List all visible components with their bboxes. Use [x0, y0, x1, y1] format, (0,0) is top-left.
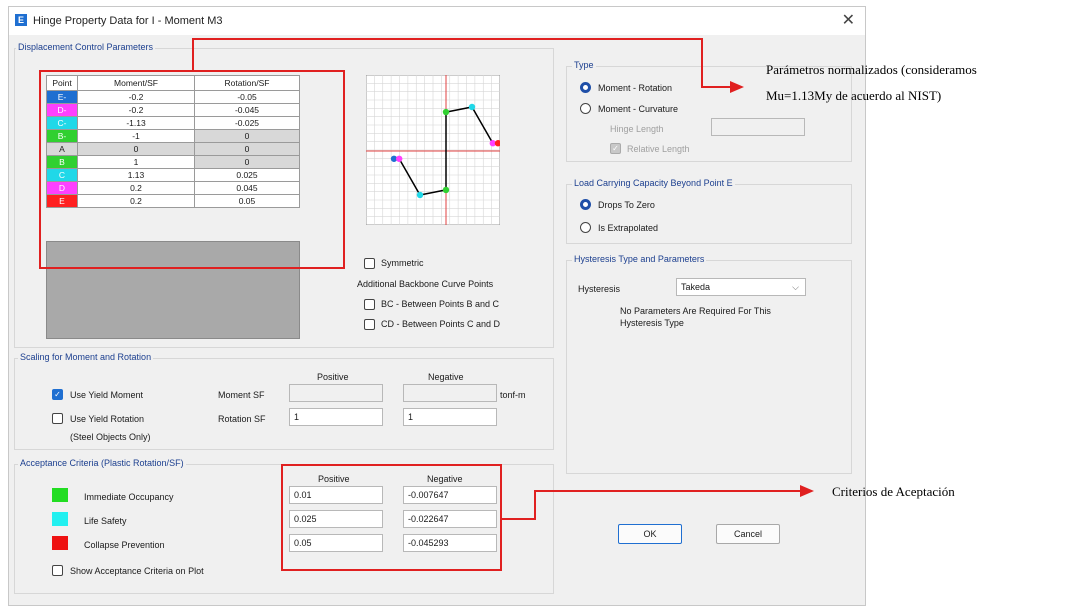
close-icon[interactable]: ✕: [842, 10, 855, 30]
hysteresis-group-label: Hysteresis Type and Parameters: [572, 254, 707, 264]
title-bar: E Hinge Property Data for I - Moment M3 …: [9, 7, 865, 35]
moment-sf-positive-field[interactable]: [289, 384, 383, 402]
acceptance-group-label: Acceptance Criteria (Plastic Rotation/SF…: [18, 458, 186, 468]
type-group-label: Type: [572, 60, 596, 70]
scaling-positive-header: Positive: [317, 372, 349, 382]
use-yield-rotation-label: Use Yield Rotation: [70, 414, 145, 424]
scaling-negative-header: Negative: [428, 372, 464, 382]
plot-point-C: [468, 103, 476, 111]
cp-swatch: [52, 536, 68, 550]
backbone-plot: [366, 75, 500, 225]
scaling-group-label: Scaling for Moment and Rotation: [18, 352, 154, 362]
params-highlight-box: [39, 70, 345, 269]
moment-curvature-radio[interactable]: [580, 103, 591, 114]
symmetric-checkbox[interactable]: [364, 258, 375, 269]
cp-label: Collapse Prevention: [84, 540, 165, 550]
moment-rotation-label: Moment - Rotation: [598, 83, 673, 93]
type-group: [566, 66, 852, 162]
relative-length-label: Relative Length: [627, 144, 690, 154]
moment-sf-unit: tonf-m: [500, 390, 526, 400]
cd-label: CD - Between Points C and D: [381, 319, 501, 329]
cancel-button[interactable]: Cancel: [716, 524, 780, 544]
bc-label: BC - Between Points B and C: [381, 299, 500, 309]
rotation-sf-label: Rotation SF: [218, 414, 266, 424]
additional-points-label: Additional Backbone Curve Points: [357, 279, 494, 289]
moment-sf-negative-field[interactable]: [403, 384, 497, 402]
params-annotation-line2: Mu=1.13My de acuerdo al NIST): [766, 88, 942, 103]
params-connector-horizontal: [192, 38, 702, 40]
criteria-connector-horizontal: [534, 490, 804, 492]
criteria-annotation: Criterios de Aceptación: [832, 484, 955, 499]
ok-button[interactable]: OK: [618, 524, 682, 544]
criteria-connector-vertical: [534, 490, 536, 520]
show-on-plot-checkbox[interactable]: [52, 565, 63, 576]
hysteresis-note-1: No Parameters Are Required For This: [620, 306, 771, 316]
io-swatch: [52, 488, 68, 502]
steel-only-label: (Steel Objects Only): [70, 432, 151, 442]
criteria-connector-in: [501, 518, 535, 520]
plot-point-Dneg: [396, 155, 403, 162]
load-capacity-group: [566, 184, 852, 244]
app-icon: E: [15, 14, 27, 26]
plot-point-B: [442, 108, 450, 116]
use-yield-moment-label: Use Yield Moment: [70, 390, 144, 400]
symmetric-label: Symmetric: [381, 258, 424, 268]
hinge-length-field[interactable]: [711, 118, 805, 136]
params-annotation-line1: Parámetros normalizados (consideramos: [766, 62, 977, 77]
rotation-sf-negative-field[interactable]: 1: [403, 408, 497, 426]
params-connector-vertical: [192, 38, 194, 70]
rotation-sf-positive-field[interactable]: 1: [289, 408, 383, 426]
is-extrapolated-radio[interactable]: [580, 222, 591, 233]
params-arrowhead: [730, 81, 744, 93]
plot-point-Cneg: [416, 191, 424, 199]
moment-sf-label: Moment SF: [218, 390, 265, 400]
criteria-arrowhead: [800, 485, 814, 497]
hinge-length-label: Hinge Length: [610, 124, 664, 134]
moment-curvature-label: Moment - Curvature: [598, 104, 679, 114]
show-on-plot-label: Show Acceptance Criteria on Plot: [70, 566, 204, 576]
drops-to-zero-label: Drops To Zero: [598, 200, 655, 210]
displacement-group-label: Displacement Control Parameters: [16, 42, 156, 52]
ls-swatch: [52, 512, 68, 526]
hysteresis-value: Takeda: [681, 282, 711, 292]
plot-point-Bneg: [442, 186, 450, 194]
hysteresis-label: Hysteresis: [578, 284, 621, 294]
hysteresis-select[interactable]: Takeda ⌵: [676, 278, 806, 296]
moment-rotation-radio[interactable]: [580, 82, 591, 93]
use-yield-rotation-checkbox[interactable]: [52, 413, 63, 424]
load-capacity-group-label: Load Carrying Capacity Beyond Point E: [572, 178, 735, 188]
relative-length-checkbox[interactable]: ✓: [610, 143, 621, 154]
chevron-down-icon: ⌵: [792, 282, 799, 292]
criteria-highlight-box: [281, 464, 502, 571]
ls-label: Life Safety: [84, 516, 127, 526]
hysteresis-note-2: Hysteresis Type: [620, 318, 684, 328]
use-yield-moment-checkbox[interactable]: ✓: [52, 389, 63, 400]
drops-to-zero-radio[interactable]: [580, 199, 591, 210]
cd-checkbox[interactable]: [364, 319, 375, 330]
window-title: Hinge Property Data for I - Moment M3: [33, 15, 223, 27]
is-extrapolated-label: Is Extrapolated: [598, 223, 659, 233]
params-connector-down: [701, 38, 703, 88]
io-label: Immediate Occupancy: [84, 492, 174, 502]
bc-checkbox[interactable]: [364, 299, 375, 310]
